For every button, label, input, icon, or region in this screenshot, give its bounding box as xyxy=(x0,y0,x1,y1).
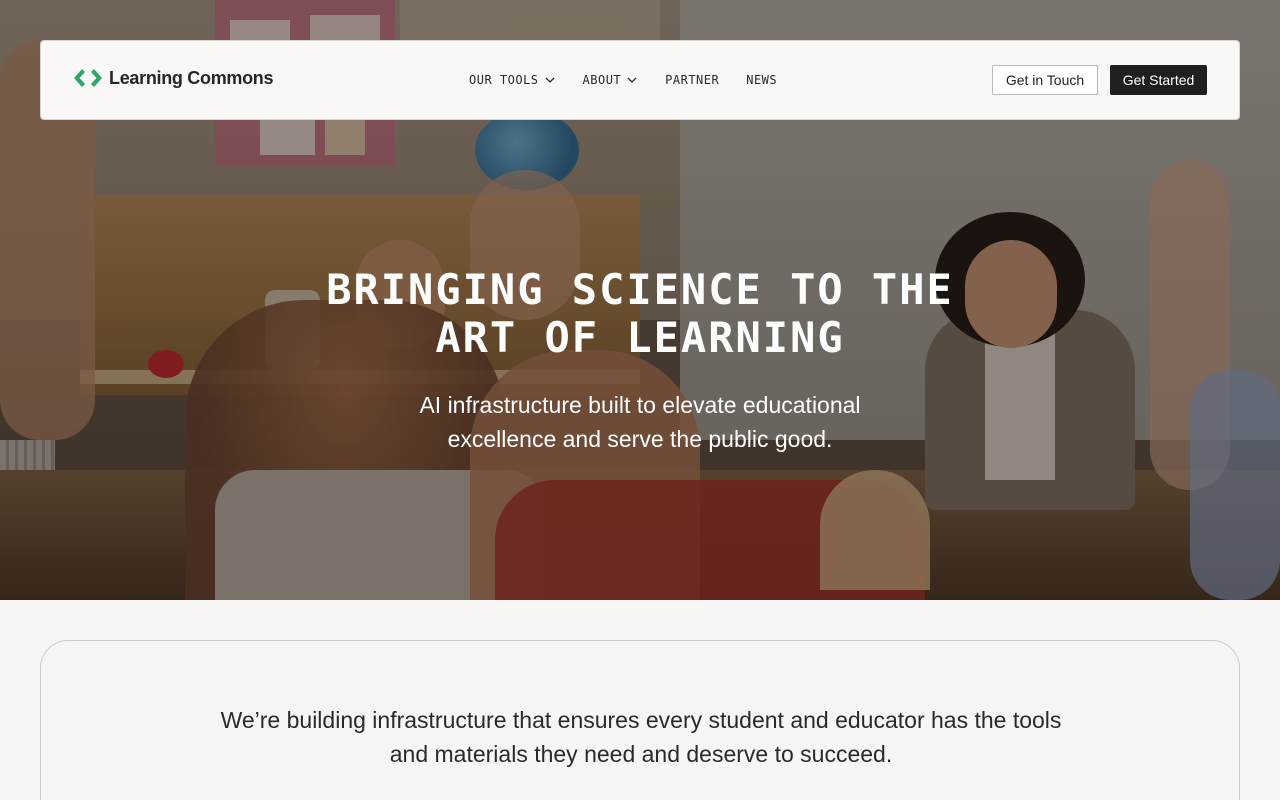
hero-subtitle-line-1: AI infrastructure built to elevate educa… xyxy=(419,392,861,418)
nav-item-our-tools[interactable]: OUR TOOLS xyxy=(469,71,556,89)
nav-item-label: OUR TOOLS xyxy=(469,73,539,87)
hero-subtitle-line-2: excellence and serve the public good. xyxy=(447,426,833,452)
hero-subtitle: AI infrastructure built to elevate educa… xyxy=(340,388,940,456)
mission-line-2: and materials they need and deserve to s… xyxy=(389,741,893,767)
mission-statement: We’re building infrastructure that ensur… xyxy=(191,703,1091,771)
nav-item-label: NEWS xyxy=(746,73,778,87)
nav-item-about[interactable]: ABOUT xyxy=(583,71,639,89)
hero-title-line-1: BRINGING SCIENCE TO THE xyxy=(326,265,954,314)
main-menu: OUR TOOLS ABOUT PARTNER NEWS xyxy=(469,71,804,89)
get-started-button[interactable]: Get Started xyxy=(1110,65,1207,95)
brand-home-link[interactable]: Learning Commons xyxy=(73,67,274,89)
nav-item-label: PARTNER xyxy=(665,73,720,87)
chevron-down-icon xyxy=(545,77,554,83)
hero-title: BRINGING SCIENCE TO THE ART OF LEARNING xyxy=(240,266,1040,362)
mission-card: We’re building infrastructure that ensur… xyxy=(40,640,1240,800)
nav-item-label: ABOUT xyxy=(582,73,622,87)
nav-item-partner[interactable]: PARTNER xyxy=(665,71,719,89)
code-brackets-logo-icon xyxy=(74,69,102,87)
brand-name: Learning Commons xyxy=(109,67,274,88)
top-navigation: Learning Commons OUR TOOLS ABOUT PARTNER… xyxy=(40,40,1240,120)
mission-line-1: We’re building infrastructure that ensur… xyxy=(220,707,1062,733)
hero-title-line-2: ART OF LEARNING xyxy=(435,313,845,362)
nav-item-news[interactable]: NEWS xyxy=(746,71,777,89)
chevron-down-icon xyxy=(627,77,637,83)
get-in-touch-button[interactable]: Get in Touch xyxy=(992,65,1098,95)
